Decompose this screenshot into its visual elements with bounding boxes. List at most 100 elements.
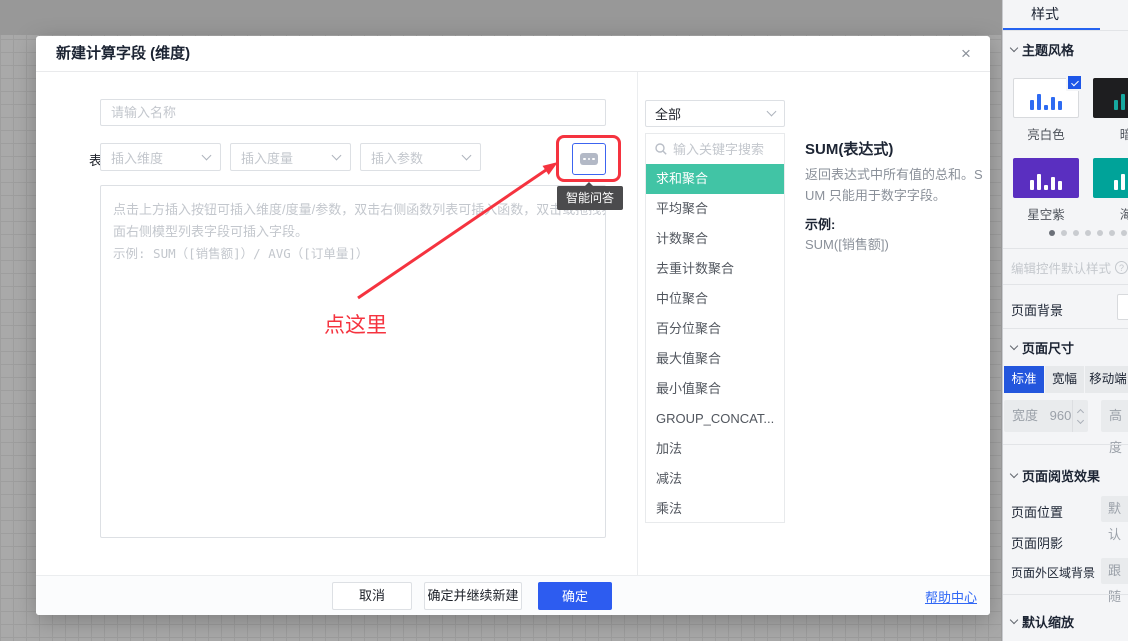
chevron-down-icon bbox=[1010, 616, 1018, 624]
size-tab-standard[interactable]: 标准 bbox=[1004, 366, 1044, 393]
function-category-select[interactable]: 全部 bbox=[645, 100, 785, 127]
panel-divider bbox=[637, 72, 638, 575]
divider bbox=[1003, 284, 1128, 285]
insert-dimension-label: 插入维度 bbox=[111, 148, 163, 167]
disabled-label: 编辑控件默认样式 bbox=[1011, 258, 1111, 277]
insert-parameter-dropdown[interactable]: 插入参数 bbox=[360, 143, 481, 171]
function-item[interactable]: 平均聚合 bbox=[646, 194, 784, 224]
function-search-input[interactable] bbox=[673, 142, 773, 157]
editor-placeholder-line1: 点击上方插入按钮可插入维度/度量/参数，双击右侧函数列表可插入函数，双击或拖拽界 bbox=[113, 199, 593, 221]
annotation-highlight-rect bbox=[556, 135, 621, 182]
confirm-button[interactable]: 确定 bbox=[538, 582, 612, 610]
section-label: 页面阅览效果 bbox=[1022, 466, 1100, 485]
function-example-label: 示例: bbox=[805, 214, 835, 233]
outer-area-bg-select[interactable]: 跟随 bbox=[1101, 558, 1128, 584]
page-background-control[interactable] bbox=[1117, 294, 1128, 320]
insert-parameter-label: 插入参数 bbox=[371, 148, 423, 167]
divider bbox=[1003, 248, 1128, 249]
height-stepper[interactable]: 高度 bbox=[1101, 400, 1128, 432]
confirm-and-continue-button[interactable]: 确定并继续新建 bbox=[424, 582, 522, 610]
edit-control-default-style: 编辑控件默认样式 ? bbox=[1011, 258, 1128, 277]
function-item[interactable]: 乘法 bbox=[646, 494, 784, 524]
divider bbox=[1003, 328, 1128, 329]
section-default-zoom[interactable]: 默认缩放 bbox=[1011, 612, 1074, 631]
chevron-down-icon bbox=[202, 150, 212, 160]
size-tab-mobile[interactable]: 移动端 bbox=[1085, 366, 1128, 393]
section-label: 默认缩放 bbox=[1022, 612, 1074, 631]
dimmed-toolbar-band bbox=[0, 0, 1002, 35]
theme-pagination-dots[interactable] bbox=[1049, 230, 1127, 236]
divider bbox=[1003, 594, 1128, 595]
dialog-footer: 取消 确定并继续新建 确定 帮助中心 bbox=[36, 575, 990, 615]
stepper-arrows[interactable] bbox=[1072, 400, 1088, 432]
function-item[interactable]: 最大值聚合 bbox=[646, 344, 784, 374]
editor-placeholder-example: 示例: SUM（[销售额]）/ AVG（[订单量]） bbox=[113, 243, 593, 265]
selected-check-icon bbox=[1066, 74, 1083, 91]
insert-measure-dropdown[interactable]: 插入度量 bbox=[230, 143, 351, 171]
page-shadow-label: 页面阴影 bbox=[1011, 533, 1063, 552]
function-search[interactable] bbox=[646, 134, 784, 164]
function-item[interactable]: 计数聚合 bbox=[646, 224, 784, 254]
function-item[interactable]: 中位聚合 bbox=[646, 284, 784, 314]
chevron-down-icon bbox=[462, 150, 472, 160]
width-label: 宽度 bbox=[1012, 408, 1038, 423]
section-theme-style[interactable]: 主题风格 bbox=[1011, 40, 1074, 59]
section-page-size[interactable]: 页面尺寸 bbox=[1011, 338, 1074, 357]
dialog-header: 新建计算字段 (维度) × bbox=[36, 36, 990, 72]
formula-editor[interactable]: 点击上方插入按钮可插入维度/度量/参数，双击右侧函数列表可插入函数，双击或拖拽界… bbox=[100, 185, 606, 538]
dialog-title: 新建计算字段 (维度) bbox=[56, 36, 190, 72]
section-label: 页面尺寸 bbox=[1022, 338, 1074, 357]
insert-measure-label: 插入度量 bbox=[241, 148, 293, 167]
chevron-down-icon bbox=[1010, 342, 1018, 350]
chevron-down-icon bbox=[1077, 416, 1084, 423]
function-item[interactable]: 减法 bbox=[646, 464, 784, 494]
theme-label: 海 bbox=[1093, 204, 1128, 223]
section-label: 主题风格 bbox=[1022, 40, 1074, 59]
outer-area-bg-label: 页面外区域背景 bbox=[1011, 564, 1095, 581]
theme-label: 星空紫 bbox=[1013, 204, 1079, 223]
function-item[interactable]: 最小值聚合 bbox=[646, 374, 784, 404]
function-item[interactable]: 加法 bbox=[646, 434, 784, 464]
theme-label: 亮白色 bbox=[1013, 124, 1079, 143]
theme-thumb-light[interactable] bbox=[1013, 78, 1079, 118]
function-list: 求和聚合 平均聚合 计数聚合 去重计数聚合 中位聚合 百分位聚合 最大值聚合 最… bbox=[645, 133, 785, 523]
cancel-button[interactable]: 取消 bbox=[332, 582, 412, 610]
page-position-label: 页面位置 bbox=[1011, 502, 1063, 521]
function-item[interactable]: GROUP_CONCAT... bbox=[646, 404, 784, 434]
question-circle-icon: ? bbox=[1115, 261, 1128, 274]
function-item[interactable]: 求和聚合 bbox=[646, 164, 784, 194]
editor-placeholder-line2: 面右侧模型列表字段可插入字段。 bbox=[113, 221, 593, 243]
smart-qa-tooltip: 智能问答 bbox=[557, 186, 623, 210]
annotation-text: 点这里 bbox=[324, 309, 387, 339]
style-panel: 样式 主题风格 亮白色 暗 星空紫 海 编辑控件默认样式 ? 页面背景 bbox=[1002, 0, 1128, 641]
help-center-link[interactable]: 帮助中心 bbox=[925, 587, 977, 606]
search-icon bbox=[655, 143, 667, 155]
divider bbox=[1003, 30, 1128, 31]
tab-style[interactable]: 样式 bbox=[1031, 0, 1059, 28]
chevron-down-icon bbox=[1010, 44, 1018, 52]
divider bbox=[1003, 444, 1128, 445]
width-stepper[interactable]: 宽度 960 bbox=[1004, 400, 1088, 432]
page-position-select[interactable]: 默认 bbox=[1101, 496, 1128, 522]
function-item[interactable]: 百分位聚合 bbox=[646, 314, 784, 344]
chevron-down-icon bbox=[332, 150, 342, 160]
close-icon[interactable]: × bbox=[954, 42, 978, 66]
category-selected-value: 全部 bbox=[655, 104, 681, 123]
theme-thumb-dark[interactable] bbox=[1093, 78, 1128, 118]
function-detail-description: 返回表达式中所有值的总和。SUM 只能用于数字字段。 bbox=[805, 164, 991, 206]
height-label: 高度 bbox=[1109, 408, 1122, 455]
size-tab-wide[interactable]: 宽幅 bbox=[1045, 366, 1084, 393]
new-calc-field-dialog: 新建计算字段 (维度) × 名称 表达式 插入维度 插入度量 插入参数 点击上方… bbox=[36, 36, 990, 615]
page-background-label: 页面背景 bbox=[1011, 300, 1063, 319]
theme-label: 暗 bbox=[1093, 124, 1128, 143]
function-item[interactable]: 去重计数聚合 bbox=[646, 254, 784, 284]
theme-thumb-teal[interactable] bbox=[1093, 158, 1128, 198]
width-value: 960 bbox=[1050, 408, 1072, 423]
section-page-preview[interactable]: 页面阅览效果 bbox=[1011, 466, 1100, 485]
chevron-down-icon bbox=[1010, 470, 1018, 478]
theme-thumb-purple[interactable] bbox=[1013, 158, 1079, 198]
chevron-up-icon bbox=[1077, 408, 1084, 415]
insert-dimension-dropdown[interactable]: 插入维度 bbox=[100, 143, 221, 171]
function-example-value: SUM([销售额]) bbox=[805, 234, 889, 253]
name-input[interactable] bbox=[100, 99, 606, 126]
